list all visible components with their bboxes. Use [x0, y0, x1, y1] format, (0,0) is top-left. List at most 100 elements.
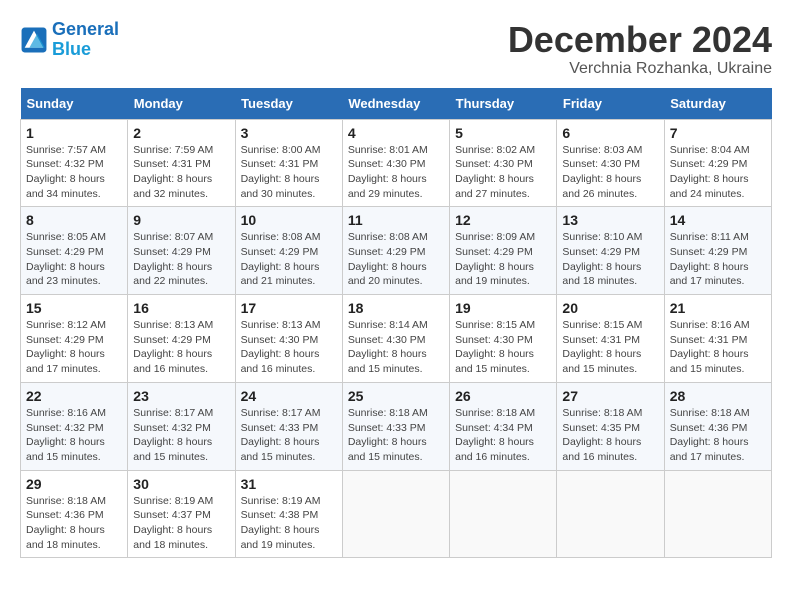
day-number: 25 — [348, 388, 444, 404]
calendar-row: 1 Sunrise: 7:57 AM Sunset: 4:32 PM Dayli… — [21, 119, 772, 207]
day-cell-13: 13 Sunrise: 8:10 AM Sunset: 4:29 PM Dayl… — [557, 207, 664, 295]
day-number: 10 — [241, 212, 337, 228]
day-info: Sunrise: 7:57 AM Sunset: 4:32 PM Dayligh… — [26, 143, 122, 202]
day-info: Sunrise: 8:14 AM Sunset: 4:30 PM Dayligh… — [348, 318, 444, 377]
day-cell-19: 19 Sunrise: 8:15 AM Sunset: 4:30 PM Dayl… — [450, 295, 557, 383]
day-cell-18: 18 Sunrise: 8:14 AM Sunset: 4:30 PM Dayl… — [342, 295, 449, 383]
day-info: Sunrise: 8:16 AM Sunset: 4:31 PM Dayligh… — [670, 318, 766, 377]
day-number: 24 — [241, 388, 337, 404]
day-number: 7 — [670, 125, 766, 141]
day-cell-4: 4 Sunrise: 8:01 AM Sunset: 4:30 PM Dayli… — [342, 119, 449, 207]
day-info: Sunrise: 8:13 AM Sunset: 4:30 PM Dayligh… — [241, 318, 337, 377]
day-cell-28: 28 Sunrise: 8:18 AM Sunset: 4:36 PM Dayl… — [664, 382, 771, 470]
logo-text: GeneralBlue — [52, 20, 119, 60]
day-info: Sunrise: 8:07 AM Sunset: 4:29 PM Dayligh… — [133, 230, 229, 289]
day-number: 20 — [562, 300, 658, 316]
day-cell-7: 7 Sunrise: 8:04 AM Sunset: 4:29 PM Dayli… — [664, 119, 771, 207]
day-number: 5 — [455, 125, 551, 141]
day-number: 18 — [348, 300, 444, 316]
day-info: Sunrise: 8:17 AM Sunset: 4:33 PM Dayligh… — [241, 406, 337, 465]
day-number: 14 — [670, 212, 766, 228]
empty-cell — [450, 470, 557, 558]
day-info: Sunrise: 8:11 AM Sunset: 4:29 PM Dayligh… — [670, 230, 766, 289]
day-number: 17 — [241, 300, 337, 316]
weekday-header-friday: Friday — [557, 88, 664, 120]
day-info: Sunrise: 8:18 AM Sunset: 4:33 PM Dayligh… — [348, 406, 444, 465]
day-cell-23: 23 Sunrise: 8:17 AM Sunset: 4:32 PM Dayl… — [128, 382, 235, 470]
calendar-table: SundayMondayTuesdayWednesdayThursdayFrid… — [20, 88, 772, 559]
weekday-header-thursday: Thursday — [450, 88, 557, 120]
day-cell-22: 22 Sunrise: 8:16 AM Sunset: 4:32 PM Dayl… — [21, 382, 128, 470]
day-info: Sunrise: 8:15 AM Sunset: 4:31 PM Dayligh… — [562, 318, 658, 377]
day-info: Sunrise: 8:19 AM Sunset: 4:37 PM Dayligh… — [133, 494, 229, 553]
day-info: Sunrise: 8:03 AM Sunset: 4:30 PM Dayligh… — [562, 143, 658, 202]
title-block: December 2024 Verchnia Rozhanka, Ukraine — [508, 20, 772, 78]
logo-icon — [20, 26, 48, 54]
day-cell-14: 14 Sunrise: 8:11 AM Sunset: 4:29 PM Dayl… — [664, 207, 771, 295]
day-info: Sunrise: 8:01 AM Sunset: 4:30 PM Dayligh… — [348, 143, 444, 202]
day-number: 21 — [670, 300, 766, 316]
day-info: Sunrise: 8:16 AM Sunset: 4:32 PM Dayligh… — [26, 406, 122, 465]
day-number: 23 — [133, 388, 229, 404]
day-info: Sunrise: 7:59 AM Sunset: 4:31 PM Dayligh… — [133, 143, 229, 202]
day-info: Sunrise: 8:17 AM Sunset: 4:32 PM Dayligh… — [133, 406, 229, 465]
day-cell-10: 10 Sunrise: 8:08 AM Sunset: 4:29 PM Dayl… — [235, 207, 342, 295]
day-number: 2 — [133, 125, 229, 141]
day-cell-27: 27 Sunrise: 8:18 AM Sunset: 4:35 PM Dayl… — [557, 382, 664, 470]
day-cell-8: 8 Sunrise: 8:05 AM Sunset: 4:29 PM Dayli… — [21, 207, 128, 295]
day-number: 19 — [455, 300, 551, 316]
day-number: 15 — [26, 300, 122, 316]
weekday-header-sunday: Sunday — [21, 88, 128, 120]
day-info: Sunrise: 8:09 AM Sunset: 4:29 PM Dayligh… — [455, 230, 551, 289]
day-cell-21: 21 Sunrise: 8:16 AM Sunset: 4:31 PM Dayl… — [664, 295, 771, 383]
calendar-row: 8 Sunrise: 8:05 AM Sunset: 4:29 PM Dayli… — [21, 207, 772, 295]
day-cell-12: 12 Sunrise: 8:09 AM Sunset: 4:29 PM Dayl… — [450, 207, 557, 295]
day-cell-6: 6 Sunrise: 8:03 AM Sunset: 4:30 PM Dayli… — [557, 119, 664, 207]
day-number: 29 — [26, 476, 122, 492]
day-info: Sunrise: 8:18 AM Sunset: 4:36 PM Dayligh… — [670, 406, 766, 465]
day-info: Sunrise: 8:18 AM Sunset: 4:36 PM Dayligh… — [26, 494, 122, 553]
day-cell-2: 2 Sunrise: 7:59 AM Sunset: 4:31 PM Dayli… — [128, 119, 235, 207]
day-cell-17: 17 Sunrise: 8:13 AM Sunset: 4:30 PM Dayl… — [235, 295, 342, 383]
day-number: 1 — [26, 125, 122, 141]
weekday-header-tuesday: Tuesday — [235, 88, 342, 120]
empty-cell — [557, 470, 664, 558]
day-cell-3: 3 Sunrise: 8:00 AM Sunset: 4:31 PM Dayli… — [235, 119, 342, 207]
day-info: Sunrise: 8:08 AM Sunset: 4:29 PM Dayligh… — [348, 230, 444, 289]
day-cell-20: 20 Sunrise: 8:15 AM Sunset: 4:31 PM Dayl… — [557, 295, 664, 383]
location: Verchnia Rozhanka, Ukraine — [508, 60, 772, 78]
day-number: 31 — [241, 476, 337, 492]
day-cell-24: 24 Sunrise: 8:17 AM Sunset: 4:33 PM Dayl… — [235, 382, 342, 470]
day-number: 3 — [241, 125, 337, 141]
day-number: 4 — [348, 125, 444, 141]
day-number: 27 — [562, 388, 658, 404]
day-number: 8 — [26, 212, 122, 228]
day-number: 13 — [562, 212, 658, 228]
day-info: Sunrise: 8:12 AM Sunset: 4:29 PM Dayligh… — [26, 318, 122, 377]
day-info: Sunrise: 8:08 AM Sunset: 4:29 PM Dayligh… — [241, 230, 337, 289]
calendar-row: 29 Sunrise: 8:18 AM Sunset: 4:36 PM Dayl… — [21, 470, 772, 558]
weekday-header-row: SundayMondayTuesdayWednesdayThursdayFrid… — [21, 88, 772, 120]
calendar-row: 15 Sunrise: 8:12 AM Sunset: 4:29 PM Dayl… — [21, 295, 772, 383]
day-number: 28 — [670, 388, 766, 404]
calendar-row: 22 Sunrise: 8:16 AM Sunset: 4:32 PM Dayl… — [21, 382, 772, 470]
day-cell-16: 16 Sunrise: 8:13 AM Sunset: 4:29 PM Dayl… — [128, 295, 235, 383]
day-cell-5: 5 Sunrise: 8:02 AM Sunset: 4:30 PM Dayli… — [450, 119, 557, 207]
empty-cell — [342, 470, 449, 558]
day-cell-1: 1 Sunrise: 7:57 AM Sunset: 4:32 PM Dayli… — [21, 119, 128, 207]
day-info: Sunrise: 8:05 AM Sunset: 4:29 PM Dayligh… — [26, 230, 122, 289]
day-cell-11: 11 Sunrise: 8:08 AM Sunset: 4:29 PM Dayl… — [342, 207, 449, 295]
empty-cell — [664, 470, 771, 558]
weekday-header-wednesday: Wednesday — [342, 88, 449, 120]
day-cell-9: 9 Sunrise: 8:07 AM Sunset: 4:29 PM Dayli… — [128, 207, 235, 295]
page-header: GeneralBlue December 2024 Verchnia Rozha… — [20, 20, 772, 78]
day-info: Sunrise: 8:13 AM Sunset: 4:29 PM Dayligh… — [133, 318, 229, 377]
logo: GeneralBlue — [20, 20, 119, 60]
day-info: Sunrise: 8:04 AM Sunset: 4:29 PM Dayligh… — [670, 143, 766, 202]
weekday-header-monday: Monday — [128, 88, 235, 120]
day-cell-30: 30 Sunrise: 8:19 AM Sunset: 4:37 PM Dayl… — [128, 470, 235, 558]
day-number: 30 — [133, 476, 229, 492]
day-number: 9 — [133, 212, 229, 228]
day-cell-31: 31 Sunrise: 8:19 AM Sunset: 4:38 PM Dayl… — [235, 470, 342, 558]
day-info: Sunrise: 8:18 AM Sunset: 4:34 PM Dayligh… — [455, 406, 551, 465]
